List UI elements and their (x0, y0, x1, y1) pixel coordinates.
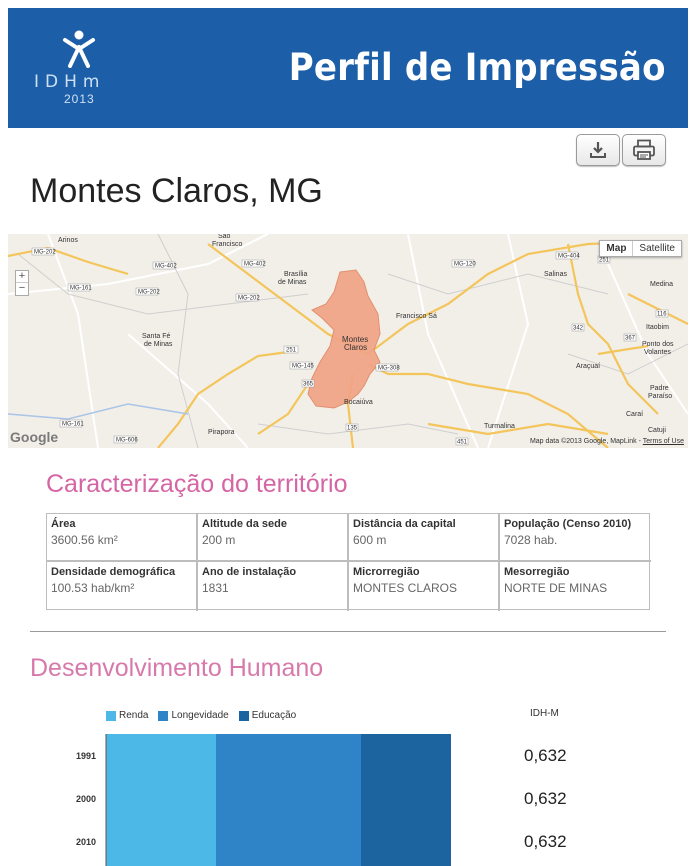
idhm-value: 0,632 (524, 746, 567, 765)
year-label: 2010 (75, 837, 96, 847)
bar-segment-renda (106, 734, 216, 866)
bar-segment-educação (361, 734, 451, 866)
idhm-chart (105, 734, 451, 866)
year-label: 1991 (75, 751, 96, 761)
idhm-value: 0,632 (524, 832, 567, 851)
idhm-value: 0,632 (524, 789, 567, 808)
bar-segment-longevidade (216, 734, 361, 866)
year-label: 2000 (75, 794, 96, 804)
